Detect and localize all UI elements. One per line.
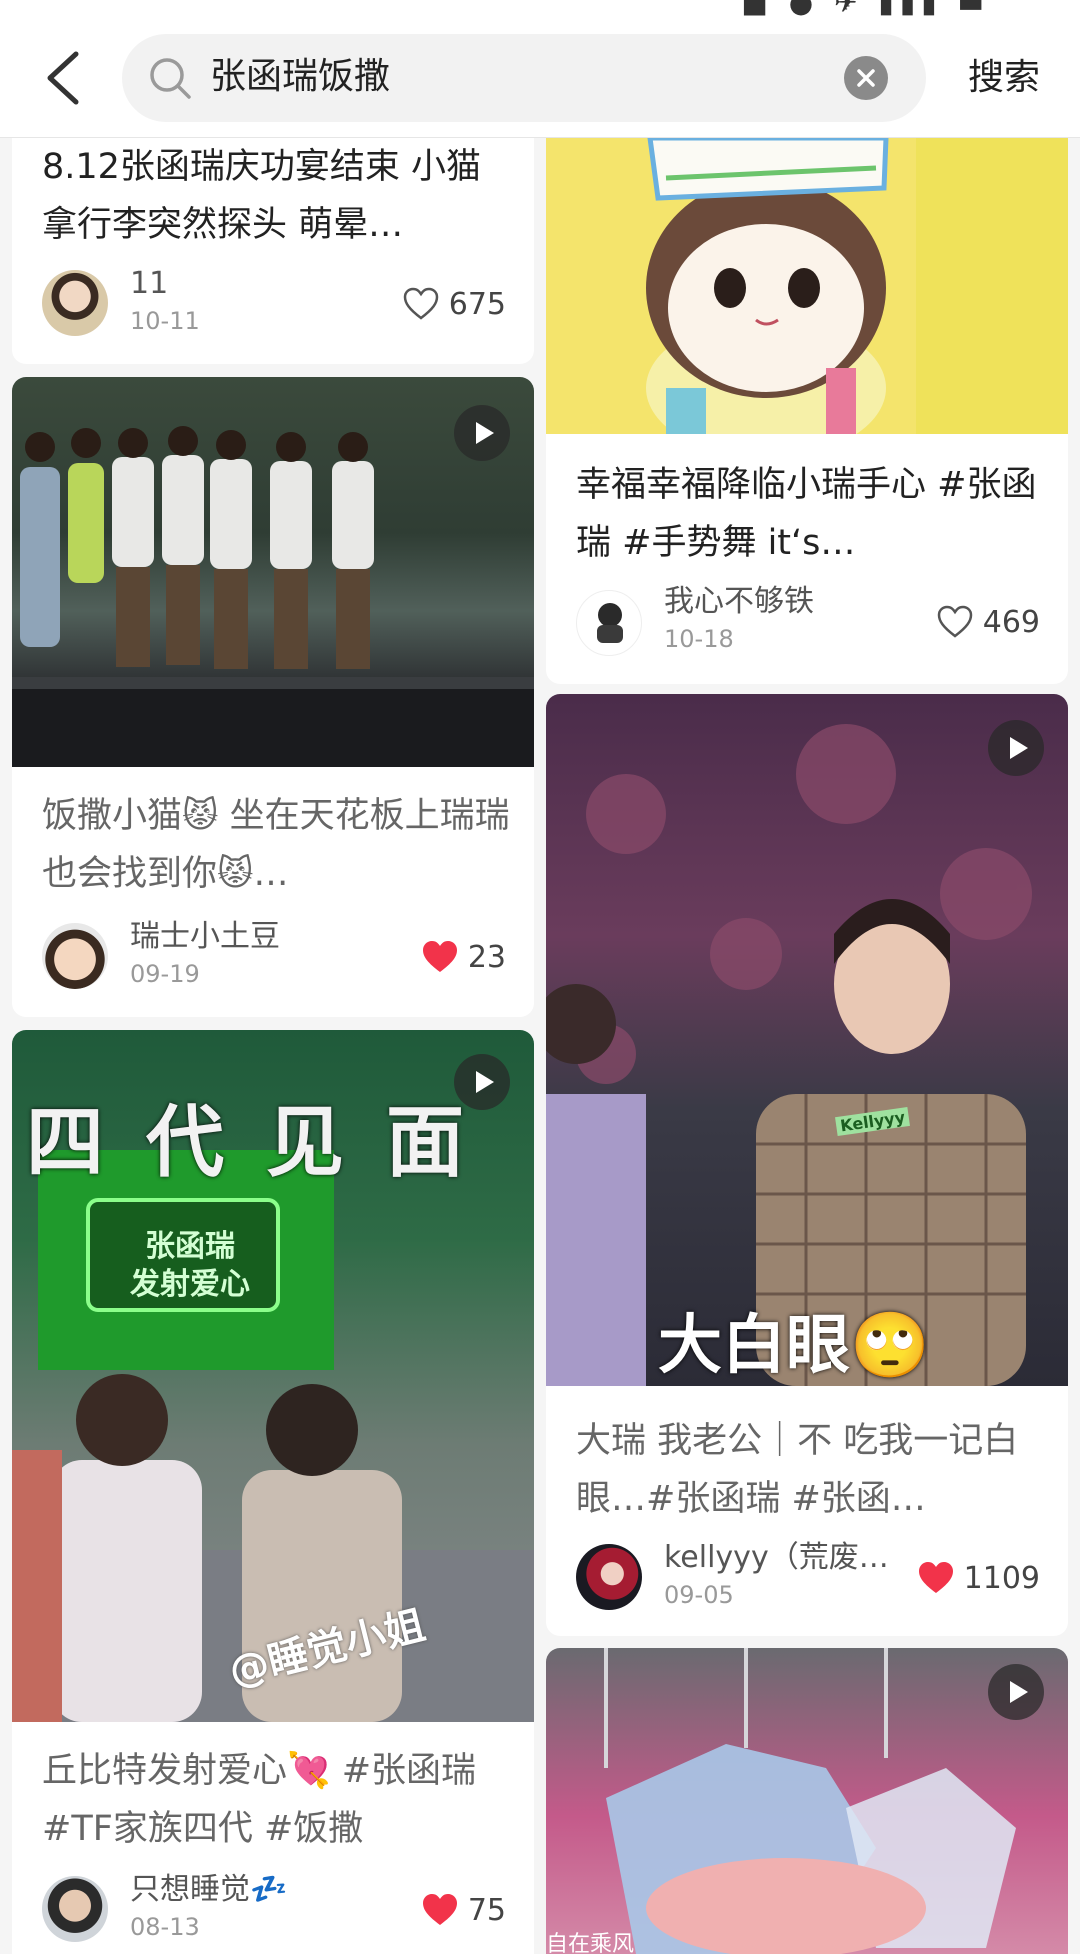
post-title: 大瑞 我老公｜不 吃我一记白眼…#张函瑞 #张函… — [576, 1421, 1019, 1519]
avatar[interactable] — [576, 590, 642, 656]
like-count: 469 — [982, 604, 1040, 640]
search-header: 张函瑞饭撒 搜索 — [0, 22, 1080, 138]
post-author[interactable]: 瑞士小土豆 — [130, 919, 280, 955]
plush-doll-photo — [546, 138, 1068, 434]
post-date: 09-19 — [130, 960, 200, 988]
post-cover-image[interactable]: Kellyyy 大白眼🙄 — [546, 694, 1068, 1386]
post-author[interactable]: 只想睡觉💤 — [130, 1872, 287, 1908]
post-date: 09-05 — [664, 1581, 734, 1609]
avatar[interactable] — [42, 270, 108, 336]
post-title: 幸福幸福降临小瑞手心 #张函瑞 #手势舞 it‘s… — [576, 465, 1037, 563]
back-button[interactable] — [40, 48, 90, 108]
search-query: 张函瑞饭撒 — [210, 56, 391, 97]
like-button[interactable]: 23 — [422, 937, 506, 977]
like-button[interactable]: 75 — [422, 1890, 506, 1930]
post-title: 饭撒小猫😾 坐在天花板上瑞瑞也会找到你😾… — [42, 796, 510, 894]
post-card[interactable]: 幸福幸福降临小瑞手心 #张函瑞 #手势舞 it‘s… 我心不够铁 10-18 4… — [546, 138, 1068, 684]
video-caption: 大白眼🙄 — [658, 1309, 930, 1383]
avatar[interactable] — [42, 923, 108, 989]
heart-outline-icon — [403, 287, 438, 320]
video-play-icon — [454, 405, 510, 461]
like-count: 75 — [467, 1892, 506, 1928]
clear-search-button[interactable] — [844, 56, 888, 100]
post-date: 10-11 — [130, 307, 200, 335]
post-card[interactable]: 饭撒小猫😾 坐在天花板上瑞瑞也会找到你😾… 瑞士小土豆 09-19 23 — [12, 377, 534, 1017]
avatar[interactable] — [576, 1544, 642, 1610]
post-cover-image[interactable] — [12, 377, 534, 767]
search-icon — [150, 58, 191, 99]
post-author[interactable]: 11 — [130, 266, 168, 302]
like-count: 1109 — [963, 1560, 1040, 1596]
banner-text: 四代见面 — [26, 1098, 507, 1188]
post-card[interactable]: Kellyyy 大白眼🙄 大瑞 我老公｜不 吃我一记白眼…#张函瑞 #张函… k… — [546, 694, 1068, 1636]
heart-filled-icon — [422, 1894, 457, 1925]
post-date: 10-18 — [664, 625, 734, 653]
post-date: 08-13 — [130, 1913, 200, 1941]
post-cover-image[interactable]: 自在乘风 — [546, 1648, 1068, 1954]
video-play-icon — [988, 1664, 1044, 1720]
post-author[interactable]: kellyyy（荒废… — [664, 1540, 889, 1576]
sign-text: 张函瑞 发射爱心 — [130, 1229, 250, 1302]
post-cover-image[interactable]: 四代见面 张函瑞 发射爱心 @睡觉小姐 — [12, 1030, 534, 1722]
heart-outline-icon — [937, 605, 972, 638]
video-play-icon — [454, 1054, 510, 1110]
post-cover-image[interactable] — [546, 138, 1068, 434]
post-title: 丘比特发射爱心💘 #张函瑞 #TF家族四代 #饭撒 — [42, 1751, 477, 1849]
post-card[interactable]: 8.12张函瑞庆功宴结束 小猫拿行李突然探头 萌晕… 11 10-11 675 — [12, 138, 534, 364]
watermark-text: 自在乘风 — [546, 1932, 635, 1954]
like-button[interactable]: 675 — [403, 284, 506, 324]
search-button[interactable]: 搜索 — [968, 50, 1040, 106]
like-count: 675 — [448, 286, 506, 322]
back-arrow-icon — [47, 51, 79, 105]
post-card[interactable]: 自在乘风 — [546, 1648, 1068, 1954]
search-input[interactable]: 张函瑞饭撒 — [122, 34, 926, 122]
status-icons: ■ ● ✈ ▮▮▮ ▬ — [741, 0, 990, 19]
status-bar: ■ ● ✈ ▮▮▮ ▬ — [0, 0, 1080, 22]
stage-photo — [546, 724, 1032, 1386]
post-title: 8.12张函瑞庆功宴结束 小猫拿行李突然探头 萌晕… — [42, 147, 482, 245]
like-button[interactable]: 1109 — [918, 1558, 1040, 1598]
heart-filled-icon — [422, 941, 457, 972]
video-play-icon — [988, 720, 1044, 776]
avatar[interactable] — [42, 1876, 108, 1942]
like-button[interactable]: 469 — [937, 602, 1040, 642]
like-count: 23 — [467, 939, 506, 975]
post-card[interactable]: 四代见面 张函瑞 发射爱心 @睡觉小姐 丘比特发射爱心💘 #张函瑞 #TF家族四… — [12, 1030, 534, 1954]
avatar-image — [597, 603, 623, 643]
heart-filled-icon — [918, 1562, 953, 1593]
post-author[interactable]: 我心不够铁 — [664, 584, 814, 620]
close-icon — [857, 69, 875, 87]
